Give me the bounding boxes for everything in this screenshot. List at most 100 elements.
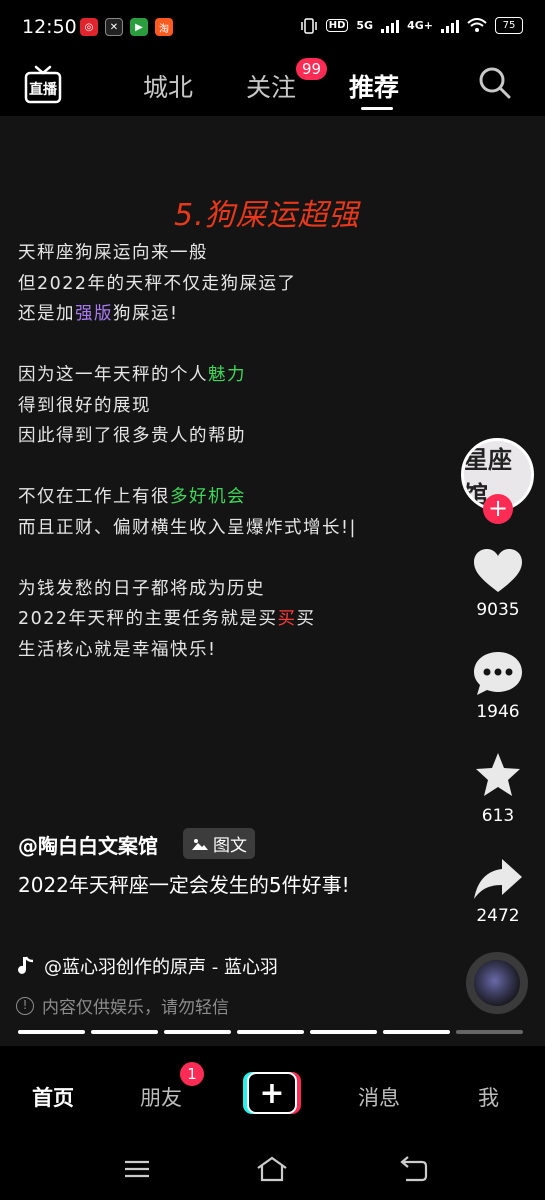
signal-icon-2 <box>441 19 459 33</box>
body-line: 不仅在工作上有很多好机会 <box>18 482 357 513</box>
hd-icon: HD <box>325 19 349 32</box>
post-headline: 5.狗屎运超强 <box>174 198 360 233</box>
music-cover-art <box>474 960 520 1006</box>
tag-label: 图文 <box>213 836 247 856</box>
back-icon[interactable] <box>398 1154 430 1184</box>
music-info[interactable]: @蓝心羽创作的原声 - 蓝心羽 <box>18 953 278 979</box>
search-icon[interactable] <box>478 66 512 100</box>
body-blank-line <box>18 330 357 361</box>
battery-icon: 75 <box>495 17 523 34</box>
comment-icon[interactable] <box>472 650 524 696</box>
video-app-icon: ▶ <box>130 18 148 36</box>
tab-following[interactable]: 关注 <box>246 68 296 104</box>
body-text-segment: 而且正财、偏财横生收入呈爆炸式增长!| <box>18 517 357 538</box>
netease-music-icon: ◎ <box>80 18 98 36</box>
vibrate-icon <box>300 17 317 34</box>
body-text-segment: 得到很好的展现 <box>18 395 151 416</box>
info-warning-icon: ! <box>16 996 34 1015</box>
body-text-segment: 因为这一年天秤的个人 <box>18 365 208 385</box>
status-time: 12:50 <box>22 16 77 38</box>
favorite-count: 613 <box>481 806 515 826</box>
progress-segment <box>237 1030 304 1034</box>
friends-badge: 1 <box>180 1062 204 1086</box>
home-icon[interactable] <box>256 1154 288 1184</box>
tab-recommend[interactable]: 推荐 <box>349 68 399 104</box>
disclaimer: ! 内容仅供娱乐，请勿轻信 <box>16 993 229 1018</box>
plus-icon: + <box>247 1072 297 1114</box>
body-text-segment: 因此得到了很多贵人的帮助 <box>18 426 246 446</box>
heart-icon[interactable] <box>472 548 524 594</box>
tab-nearby[interactable]: 城北 <box>143 68 193 104</box>
body-line: 但2022年的天秤不仅走狗屎运了 <box>18 269 357 300</box>
taobao-app-icon: 淘 <box>155 18 173 36</box>
highlighted-text: 强版 <box>75 304 113 324</box>
share-count: 2472 <box>476 906 520 926</box>
progress-segment <box>164 1030 231 1034</box>
star-icon[interactable] <box>472 752 524 798</box>
following-badge: 99 <box>296 58 328 80</box>
music-note-icon <box>18 956 34 974</box>
body-line: 为钱发愁的日子都将成为历史 <box>18 574 357 605</box>
status-bar: 12:50 ◎ ✕ ▶ 淘 HD 5G 4G+ 75 <box>0 0 545 56</box>
progress-segment <box>18 1030 85 1034</box>
menu-icon[interactable] <box>121 1154 153 1184</box>
app-notification-icon: ✕ <box>105 18 123 36</box>
body-blank-line <box>18 452 357 483</box>
body-line: 2022年天秤的主要任务就是买买买 <box>18 604 357 635</box>
top-nav: 直播 城北 关注 99 推荐 <box>0 56 545 116</box>
post-body-text: 天秤座狗屎运向来一般 但2022年的天秤不仅走狗屎运了 还是加强版狗屎运! 因为这一年… <box>18 238 357 665</box>
body-line: 得到很好的展现 <box>18 391 357 422</box>
image-progress-segments <box>18 1030 523 1034</box>
signal-icon <box>381 19 400 33</box>
comment-count: 1946 <box>476 702 520 722</box>
tab-messages[interactable]: 消息 <box>358 1082 400 1112</box>
body-line: 因此得到了很多贵人的帮助 <box>18 421 357 452</box>
body-line: 天秤座狗屎运向来一般 <box>18 238 357 269</box>
body-line: 而且正财、偏财横生收入呈爆炸式增长!| <box>18 513 357 544</box>
body-line: 因为这一年天秤的个人魅力 <box>18 360 357 391</box>
network-label: 5G <box>356 19 374 32</box>
tab-profile[interactable]: 我 <box>478 1082 499 1112</box>
progress-segment <box>383 1030 450 1034</box>
body-blank-line <box>18 543 357 574</box>
follow-plus-button[interactable]: + <box>483 494 513 524</box>
active-tab-indicator <box>361 107 393 110</box>
music-label: @蓝心羽创作的原声 - 蓝心羽 <box>44 957 278 978</box>
status-indicators: HD 5G 4G+ 75 <box>300 17 523 34</box>
highlighted-text: 买 <box>277 609 297 629</box>
post-content-area[interactable]: 5.狗屎运超强 天秤座狗屎运向来一般 但2022年的天秤不仅走狗屎运了 还是加强版狗… <box>0 116 545 1046</box>
disclaimer-text: 内容仅供娱乐，请勿轻信 <box>42 998 229 1018</box>
body-text-segment: 狗屎运! <box>113 304 179 324</box>
like-count: 9035 <box>476 600 520 620</box>
highlighted-text: 多好机会 <box>170 487 246 507</box>
progress-segment <box>310 1030 377 1034</box>
network-label-2: 4G+ <box>407 19 433 32</box>
live-tv-icon[interactable]: 直播 <box>24 64 62 104</box>
bottom-tab-bar: 首页 朋友 1 + 消息 我 <box>0 1046 545 1136</box>
body-line: 生活核心就是幸福快乐! <box>18 635 357 666</box>
body-line: 还是加强版狗屎运! <box>18 299 357 330</box>
system-nav-bar <box>0 1136 545 1200</box>
body-text-segment: 天秤座狗屎运向来一般 <box>18 243 208 263</box>
tab-friends[interactable]: 朋友 <box>140 1082 182 1112</box>
highlighted-text: 魅力 <box>208 365 246 385</box>
body-text-segment: 生活核心就是幸福快乐! <box>18 639 217 660</box>
post-caption[interactable]: 2022年天秤座一定会发生的5件好事! <box>18 870 378 901</box>
body-text-segment: 不仅在工作上有很 <box>18 487 170 507</box>
image-icon <box>192 838 208 850</box>
svg-text:直播: 直播 <box>29 81 58 98</box>
progress-segment <box>91 1030 158 1034</box>
tab-home[interactable]: 首页 <box>32 1082 74 1112</box>
create-post-button[interactable]: + <box>243 1072 301 1114</box>
progress-segment <box>456 1030 523 1034</box>
image-text-tag: 图文 <box>183 828 255 859</box>
wifi-icon <box>467 18 487 32</box>
body-text-segment: 为钱发愁的日子都将成为历史 <box>18 578 265 599</box>
status-app-icons: ◎ ✕ ▶ 淘 <box>80 18 173 36</box>
body-text-segment: 但2022年的天秤不仅走狗屎运了 <box>18 273 297 294</box>
body-text-segment: 2022年天秤的主要任务就是买 <box>18 609 278 629</box>
share-icon[interactable] <box>472 856 524 902</box>
music-disc[interactable] <box>466 952 528 1014</box>
author-name[interactable]: @陶白白文案馆 <box>18 830 158 859</box>
body-text-segment: 还是加 <box>18 304 75 324</box>
